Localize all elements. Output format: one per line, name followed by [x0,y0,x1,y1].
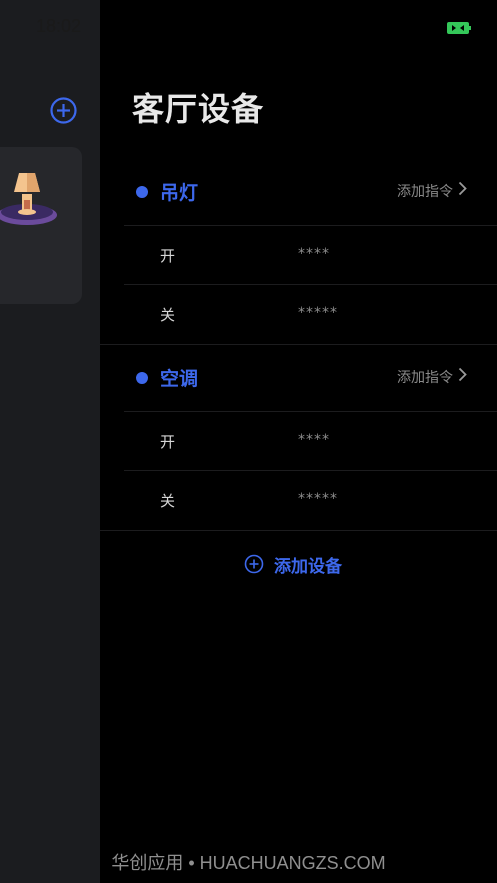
status-time: 18:02 [36,16,82,36]
command-row[interactable]: 关 ***** [100,285,497,343]
lamp-icon [0,173,57,225]
command-name: 关 [160,306,176,324]
command-code: **** [298,432,330,448]
device-name: 空调 [160,368,199,390]
command-name: 开 [160,247,176,265]
page-title: 客厅设备 [132,90,265,128]
command-row[interactable]: 开 **** [100,226,497,284]
command-code: ***** [298,305,338,321]
add-room-plus-icon[interactable] [50,97,77,124]
watermark: 华创应用 • HUACHUANGZS.COM [111,853,386,873]
background-page: 18:02 [0,0,100,883]
battery-icon [447,22,471,34]
command-code: ***** [298,491,338,507]
group-dot [136,372,148,384]
device-name: 吊灯 [160,182,199,204]
add-command-link[interactable]: 添加指令 [397,367,453,387]
add-device-button[interactable]: 添加设备 [244,551,342,577]
plus-circle-icon [244,554,264,574]
command-name: 关 [160,492,176,510]
command-code: **** [298,246,330,262]
device-drawer: 客厅设备 吊灯 添加指令 开 **** 关 ***** 空调 添加指令 开 **… [100,0,497,883]
divider [100,344,497,345]
command-name: 开 [160,433,176,451]
device-group-header[interactable]: 空调 添加指令 [100,351,497,405]
add-device-label: 添加设备 [274,556,342,577]
chevron-right-icon[interactable] [458,367,467,382]
command-row[interactable]: 关 ***** [100,471,497,529]
command-row[interactable]: 开 **** [100,412,497,470]
divider [100,530,497,531]
group-dot [136,186,148,198]
device-group-header[interactable]: 吊灯 添加指令 [100,165,497,219]
chevron-right-icon[interactable] [458,181,467,196]
add-command-link[interactable]: 添加指令 [397,181,453,201]
